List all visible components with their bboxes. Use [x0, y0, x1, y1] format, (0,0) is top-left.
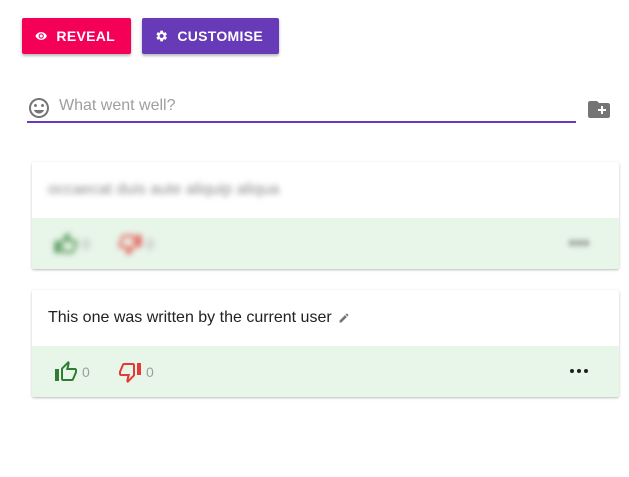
more-options-button[interactable]	[569, 363, 589, 379]
toolbar: REVEAL CUSTOMISE	[22, 18, 279, 54]
create-new-folder-icon[interactable]	[588, 100, 610, 120]
post-actions: 0 0	[32, 218, 619, 269]
more-horizontal-icon	[570, 241, 588, 245]
smiley-icon[interactable]	[27, 96, 51, 120]
customise-button-label: CUSTOMISE	[177, 28, 263, 44]
post-card: This one was written by the current user…	[32, 290, 619, 397]
eye-icon	[35, 32, 47, 40]
more-horizontal-icon	[570, 369, 588, 373]
post-text: This one was written by the current user	[48, 309, 332, 326]
post-content: This one was written by the current user	[32, 290, 619, 346]
dislike-button[interactable]: 0	[118, 232, 154, 256]
thumb-down-icon	[119, 363, 141, 383]
dislike-count: 0	[146, 364, 154, 380]
like-count: 0	[82, 236, 90, 252]
dislike-button[interactable]: 0	[118, 360, 154, 384]
reveal-button-label: REVEAL	[56, 28, 115, 44]
post-actions: 0 0	[32, 346, 619, 397]
dislike-count: 0	[146, 236, 154, 252]
like-button[interactable]: 0	[54, 232, 90, 256]
new-post-field	[27, 94, 576, 123]
customise-button[interactable]: CUSTOMISE	[142, 18, 279, 54]
reveal-button[interactable]: REVEAL	[22, 18, 131, 54]
pencil-icon[interactable]	[338, 312, 350, 324]
new-post-input[interactable]	[59, 97, 559, 115]
thumb-up-icon	[55, 233, 77, 253]
more-options-button[interactable]	[569, 235, 589, 251]
post-text: occaecat duis aute aliquip aliqua	[48, 181, 280, 198]
post-content: occaecat duis aute aliquip aliqua	[32, 162, 619, 218]
gear-icon	[156, 30, 167, 42]
thumb-down-icon	[119, 235, 141, 255]
post-card: occaecat duis aute aliquip aliqua 0 0	[32, 162, 619, 269]
thumb-up-icon	[55, 361, 77, 381]
like-count: 0	[82, 364, 90, 380]
like-button[interactable]: 0	[54, 360, 90, 384]
